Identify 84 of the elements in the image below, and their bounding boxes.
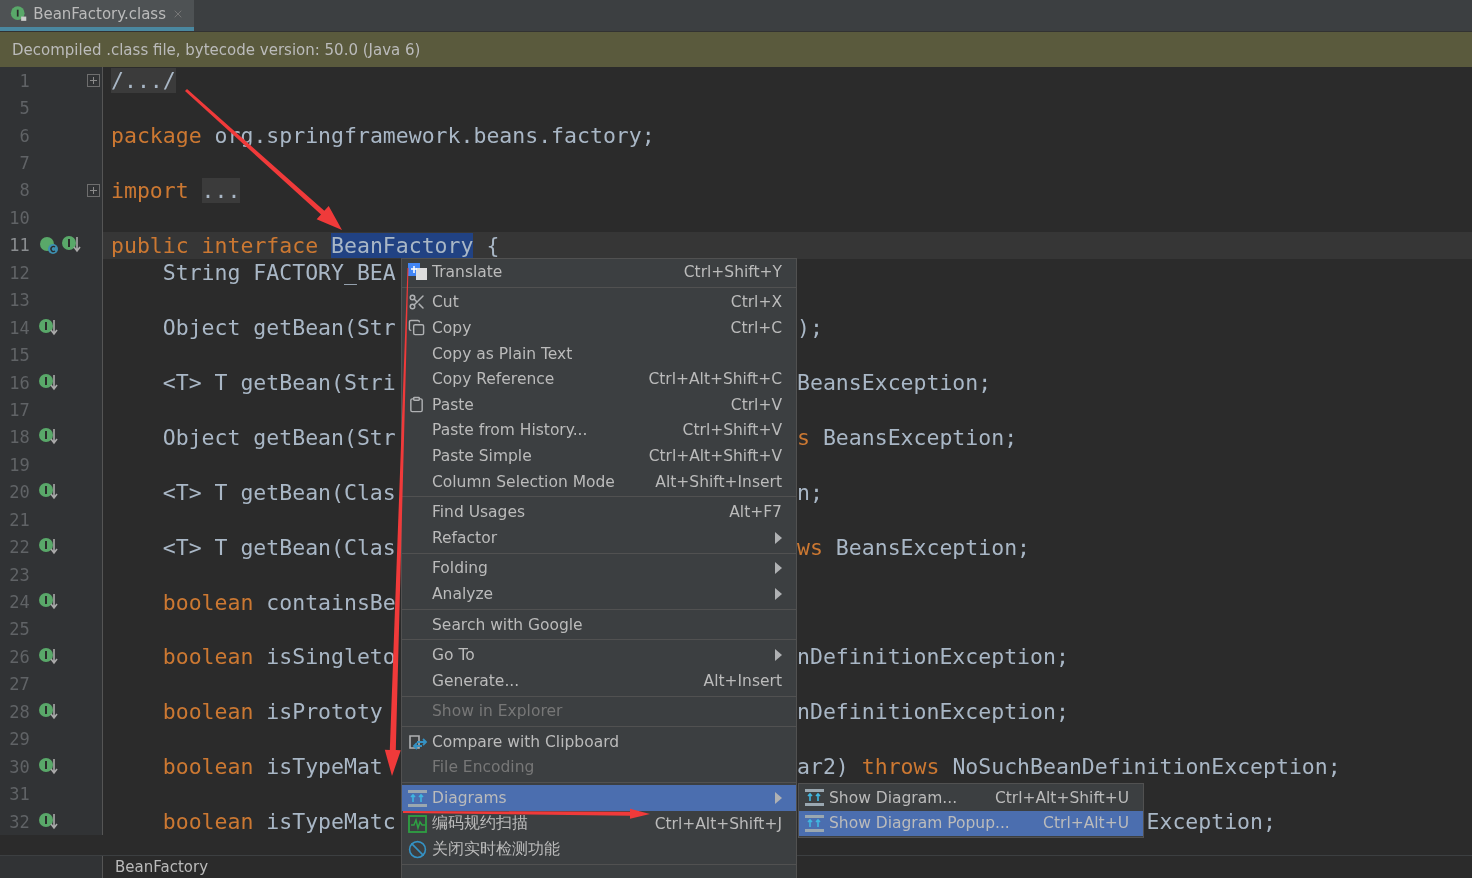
- code-text: <T> T getBean(Stri: [162, 370, 396, 396]
- code-text: boolean: [162, 754, 254, 780]
- menu-item[interactable]: 关闭实时检测功能: [402, 836, 796, 863]
- submenu-arrow-icon: [775, 531, 782, 544]
- folded-code: ...: [201, 177, 241, 203]
- code-text: Object getBean(Str: [162, 424, 396, 450]
- code-text: throws: [861, 754, 940, 780]
- code-text: nDefinitionException;: [797, 699, 1069, 725]
- forbidden-icon: [408, 839, 427, 859]
- code-text: Object getBean(Str: [162, 315, 396, 341]
- implemented-icon: [37, 811, 60, 832]
- diagram-icon: [805, 789, 824, 807]
- code-text: NoSuchBeanDefinitionException;: [951, 754, 1341, 780]
- menu-item[interactable]: Copy Reference Ctrl+Alt+Shift+C: [402, 366, 796, 392]
- diagram-icon: [408, 789, 427, 807]
- interface-icon: [10, 3, 28, 24]
- code-text: boolean: [162, 699, 254, 725]
- code-text: BeansException;: [797, 370, 992, 396]
- menu-item[interactable]: Copy as Plain Text: [402, 340, 796, 367]
- code-text: boolean: [162, 589, 254, 615]
- menu-item[interactable]: Translate Ctrl+Shift+Y: [402, 259, 796, 285]
- code-text: isTypeMatc: [265, 809, 396, 835]
- menu-item[interactable]: Cut Ctrl+X: [402, 289, 796, 316]
- submenu-arrow-icon: [775, 587, 782, 600]
- code-text: ar2): [797, 754, 850, 780]
- menu-item[interactable]: Column Selection Mode Alt+Shift+Insert: [402, 468, 796, 495]
- code-text: n;: [797, 479, 823, 505]
- code-text: import: [111, 177, 189, 203]
- menu-item[interactable]: Copy Ctrl+C: [402, 315, 796, 341]
- code-text: boolean: [162, 644, 254, 670]
- menu-item[interactable]: Analyze: [402, 581, 796, 607]
- copy-icon: [408, 319, 425, 337]
- code-text: <T> T getBean(Clas: [162, 479, 396, 505]
- breadcrumb[interactable]: BeanFactory: [103, 856, 208, 878]
- code-text: isPrototy: [265, 699, 383, 725]
- menu-item[interactable]: Generate... Alt+Insert: [402, 667, 796, 694]
- code-text: <T> T getBean(Clas: [162, 534, 396, 560]
- code-text: package: [111, 123, 202, 149]
- submenu-arrow-icon: [775, 649, 782, 662]
- menu-item[interactable]: Paste from History... Ctrl+Shift+V: [402, 417, 796, 444]
- implemented-icon: [37, 317, 60, 338]
- decompiled-banner: Decompiled .class file, bytecode version: 50.0 (Java 6): [0, 32, 1472, 67]
- code-text: ws: [797, 534, 823, 560]
- scan-icon: [408, 814, 427, 833]
- menu-item[interactable]: Folding: [402, 555, 796, 582]
- submenu-arrow-icon: [775, 792, 782, 805]
- translate-icon: [408, 262, 428, 281]
- menu-item[interactable]: Go To: [402, 642, 796, 668]
- code-text: public interface: [111, 232, 320, 258]
- menu-item[interactable]: 编码规约扫描 Ctrl+Alt+Shift+J: [402, 810, 796, 837]
- menu-item[interactable]: Find Usages Alt+F7: [402, 499, 796, 525]
- implemented-icon: [37, 372, 60, 393]
- expand-fold-icon[interactable]: [86, 74, 100, 88]
- clipboard-icon: [408, 396, 425, 414]
- expand-fold-icon[interactable]: [86, 183, 100, 197]
- editor-tab[interactable]: BeanFactory.class: [0, 0, 194, 31]
- menu-item[interactable]: Refactor: [402, 524, 796, 551]
- code-text: isTypeMat: [265, 754, 383, 780]
- diagram-icon: [805, 814, 824, 832]
- menu-item[interactable]: Paste Ctrl+V: [402, 391, 796, 418]
- code-text: BeansException;: [834, 534, 1031, 560]
- line-number: 11: [8, 235, 30, 256]
- compare-icon: [408, 732, 428, 751]
- code-text: String FACTORY_BEA: [162, 260, 396, 286]
- code-text: BeansException;: [821, 424, 1018, 450]
- code-text: {: [485, 232, 500, 258]
- code-text: containsBe: [265, 589, 396, 615]
- menu-item[interactable]: Show Diagram... Ctrl+Alt+Shift+U: [799, 785, 1143, 811]
- code-text: Exception;: [1146, 809, 1276, 835]
- folded-code: /.../: [111, 68, 176, 94]
- selected-code: BeanFactory: [331, 232, 474, 258]
- submenu-arrow-icon: [775, 562, 782, 575]
- scissors-icon: [408, 293, 426, 312]
- code-text: );: [797, 315, 823, 341]
- code-text: boolean: [162, 809, 254, 835]
- implemented-icon: [37, 646, 60, 667]
- class-icon: [37, 235, 60, 256]
- code-text: nDefinitionException;: [797, 644, 1069, 670]
- implemented-icon: [37, 756, 60, 777]
- menu-item[interactable]: Paste Simple Ctrl+Alt+Shift+V: [402, 443, 796, 469]
- implemented-icon: [37, 701, 60, 722]
- code-text: s: [797, 424, 810, 450]
- menu-item[interactable]: Compare with Clipboard: [402, 729, 796, 755]
- menu-item[interactable]: Search with Google: [402, 611, 796, 638]
